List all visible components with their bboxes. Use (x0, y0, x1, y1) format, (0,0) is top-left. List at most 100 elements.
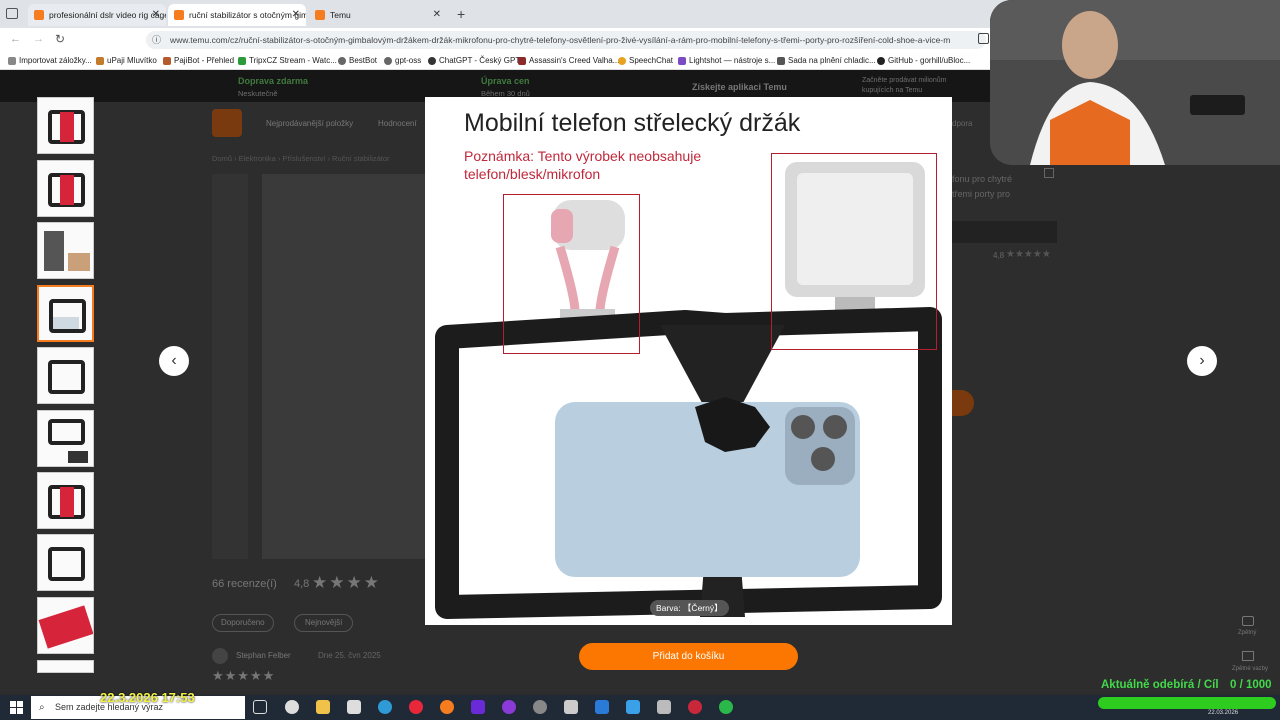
settings-gear-icon[interactable] (533, 700, 547, 714)
bookmark-lightshot[interactable]: Lightshot — nástroje s... (678, 56, 775, 65)
bookmark-import[interactable]: Importovat záložky... (8, 56, 92, 65)
feedback-label: Zpětný (1238, 630, 1257, 636)
edit-feedback-icon[interactable] (1242, 651, 1254, 661)
dimmed-thumbnail-column (212, 174, 248, 559)
gallery-thumb-9[interactable] (37, 597, 94, 654)
dim-sku-bar (952, 221, 1057, 243)
obs-icon[interactable] (285, 700, 299, 714)
taskbar-clock-date: 22.03.2026 (1208, 710, 1239, 716)
close-tab-icon[interactable]: ✕ (433, 9, 441, 20)
temu-favicon-icon (174, 10, 184, 20)
app-icon-purple[interactable] (471, 700, 485, 714)
dim-rating-small: 4,8 (993, 251, 1005, 260)
temu-logo[interactable] (212, 109, 242, 137)
gallery-thumb-5[interactable] (37, 347, 94, 404)
app-icon-doc[interactable] (657, 700, 671, 714)
bookmark-chatgpt[interactable]: ChatGPT - Český GPT (428, 56, 520, 65)
bookmark-label: Sada na plnění chladic... (788, 56, 876, 65)
bookmark-upaji[interactable]: uPaji Mluvítko (96, 56, 157, 65)
bookmark-sada[interactable]: Sada na plnění chladic... (777, 56, 876, 65)
filter-recommended[interactable]: Doporučeno (212, 614, 274, 632)
next-image-button[interactable]: › (1187, 346, 1217, 376)
webcam-overlay (990, 0, 1280, 165)
tab-list-icon[interactable] (6, 8, 18, 19)
forward-icon[interactable]: → (33, 33, 44, 45)
reload-icon[interactable]: ↻ (55, 32, 65, 46)
gallery-thumb-6[interactable] (37, 410, 94, 467)
sell-text[interactable]: Začněte prodávat milionům kupujících na … (862, 76, 972, 96)
gallery-thumb-4[interactable] (37, 285, 94, 342)
gallery-thumb-3[interactable] (37, 222, 94, 279)
filter-newest[interactable]: Nejnovější (294, 614, 354, 632)
gallery-thumb-10[interactable] (37, 660, 94, 673)
subscriber-goal-bar (1098, 697, 1276, 709)
color-variant-chip[interactable]: Barva: 【Černý】 (650, 600, 729, 616)
dimmed-main-image (262, 174, 432, 559)
get-app-link[interactable]: Získejte aplikaci Temu (692, 82, 787, 92)
bookmark-bestbot[interactable]: BestBot (338, 56, 377, 65)
reader-mode-icon[interactable] (978, 33, 989, 44)
streamer-illustration (990, 0, 1280, 165)
gallery-thumb-7[interactable] (37, 472, 94, 529)
app-icon-gray[interactable] (564, 700, 578, 714)
opera-icon[interactable] (409, 700, 423, 714)
store-icon[interactable] (347, 700, 361, 714)
previous-image-button[interactable]: ‹ (159, 346, 189, 376)
dim-rating-stars: ★★★★★ (1006, 249, 1051, 260)
bookmark-label: ChatGPT - Český GPT (439, 56, 521, 65)
tab-dslr-rig[interactable]: profesionální dslr video rig cage ✕ (28, 4, 166, 26)
task-view-icon[interactable] (253, 700, 267, 714)
search-icon: ⌕ (39, 702, 45, 713)
bookmark-pajibot[interactable]: PajiBot - Přehled (163, 56, 234, 65)
add-to-cart-button[interactable]: Přidat do košíku (579, 643, 798, 670)
reviews-count: 66 recenze(í) (212, 578, 277, 590)
tab-label: profesionální dslr video rig cage (49, 10, 166, 20)
bookmark-assassins[interactable]: Assassin's Creed Valha... (518, 56, 619, 65)
new-tab-button[interactable]: + (457, 6, 465, 22)
gallery-thumb-2[interactable] (37, 160, 94, 217)
nav-bestsellers[interactable]: Nejprodávanější položky (266, 119, 353, 128)
sada-icon (777, 56, 785, 65)
windows-start-icon[interactable] (10, 701, 23, 714)
review-date: Dne 25. čvn 2025 (318, 651, 381, 660)
bookmark-label: BestBot (349, 56, 378, 65)
url-field[interactable]: ⓘ www.temu.com/cz/ruční-stabilizátor-s-o… (146, 31, 986, 49)
app-icon-red[interactable] (688, 700, 702, 714)
nav-rated[interactable]: Hodnocení (378, 119, 417, 128)
subscriber-goal-label: Aktuálně odebírá / Cíl (1101, 679, 1219, 691)
app-icon-violet[interactable] (502, 700, 516, 714)
tab-stabilizer[interactable]: ruční stabilizátor s otočným gim ✕ (168, 4, 306, 26)
app-icon-green[interactable] (719, 700, 733, 714)
bookmark-tripxcz[interactable]: TripxCZ Stream - Watc... (238, 56, 337, 65)
tab-label: ruční stabilizátor s otočným gim (189, 10, 306, 20)
site-info-icon[interactable]: ⓘ (152, 31, 161, 49)
app-icon-azure[interactable] (626, 700, 640, 714)
edge-icon[interactable] (378, 700, 392, 714)
back-icon[interactable]: ← (10, 33, 21, 45)
close-tab-icon[interactable]: ✕ (152, 9, 160, 20)
temu-favicon-icon (34, 10, 44, 20)
gallery-thumb-8[interactable] (37, 534, 94, 591)
bookmark-speechchat[interactable]: SpeechChat (618, 56, 673, 65)
firefox-icon[interactable] (440, 700, 454, 714)
close-tab-icon[interactable]: ✕ (292, 9, 300, 20)
pajibot-icon (163, 56, 171, 65)
url-text: www.temu.com/cz/ruční-stabilizátor-s-oto… (170, 35, 951, 45)
file-explorer-icon[interactable] (316, 700, 330, 714)
bookmark-label: Assassin's Creed Valha... (529, 56, 620, 65)
bookmark-github[interactable]: GitHub - gorhill/uBloc... (877, 56, 970, 65)
feedback-icon[interactable] (1242, 616, 1254, 626)
light-highlight-box (771, 153, 937, 350)
gallery-thumb-1[interactable] (37, 97, 94, 154)
breadcrumb: Domů › Elektronika › Příslušenství › Ruč… (212, 154, 390, 163)
price-adjust-text: Úprava cen (481, 76, 530, 86)
tab-temu[interactable]: Temu ✕ (309, 4, 447, 26)
reviews-stars: ★★★★ (312, 573, 381, 592)
chevron-right-icon: › (1199, 352, 1205, 369)
import-icon (8, 56, 16, 65)
share-icon[interactable] (1044, 168, 1054, 178)
tab-label: Temu (330, 10, 351, 20)
dim-orange-button (952, 390, 974, 416)
app-icon-blue[interactable] (595, 700, 609, 714)
bookmark-gpt-oss[interactable]: gpt-oss (384, 56, 421, 65)
